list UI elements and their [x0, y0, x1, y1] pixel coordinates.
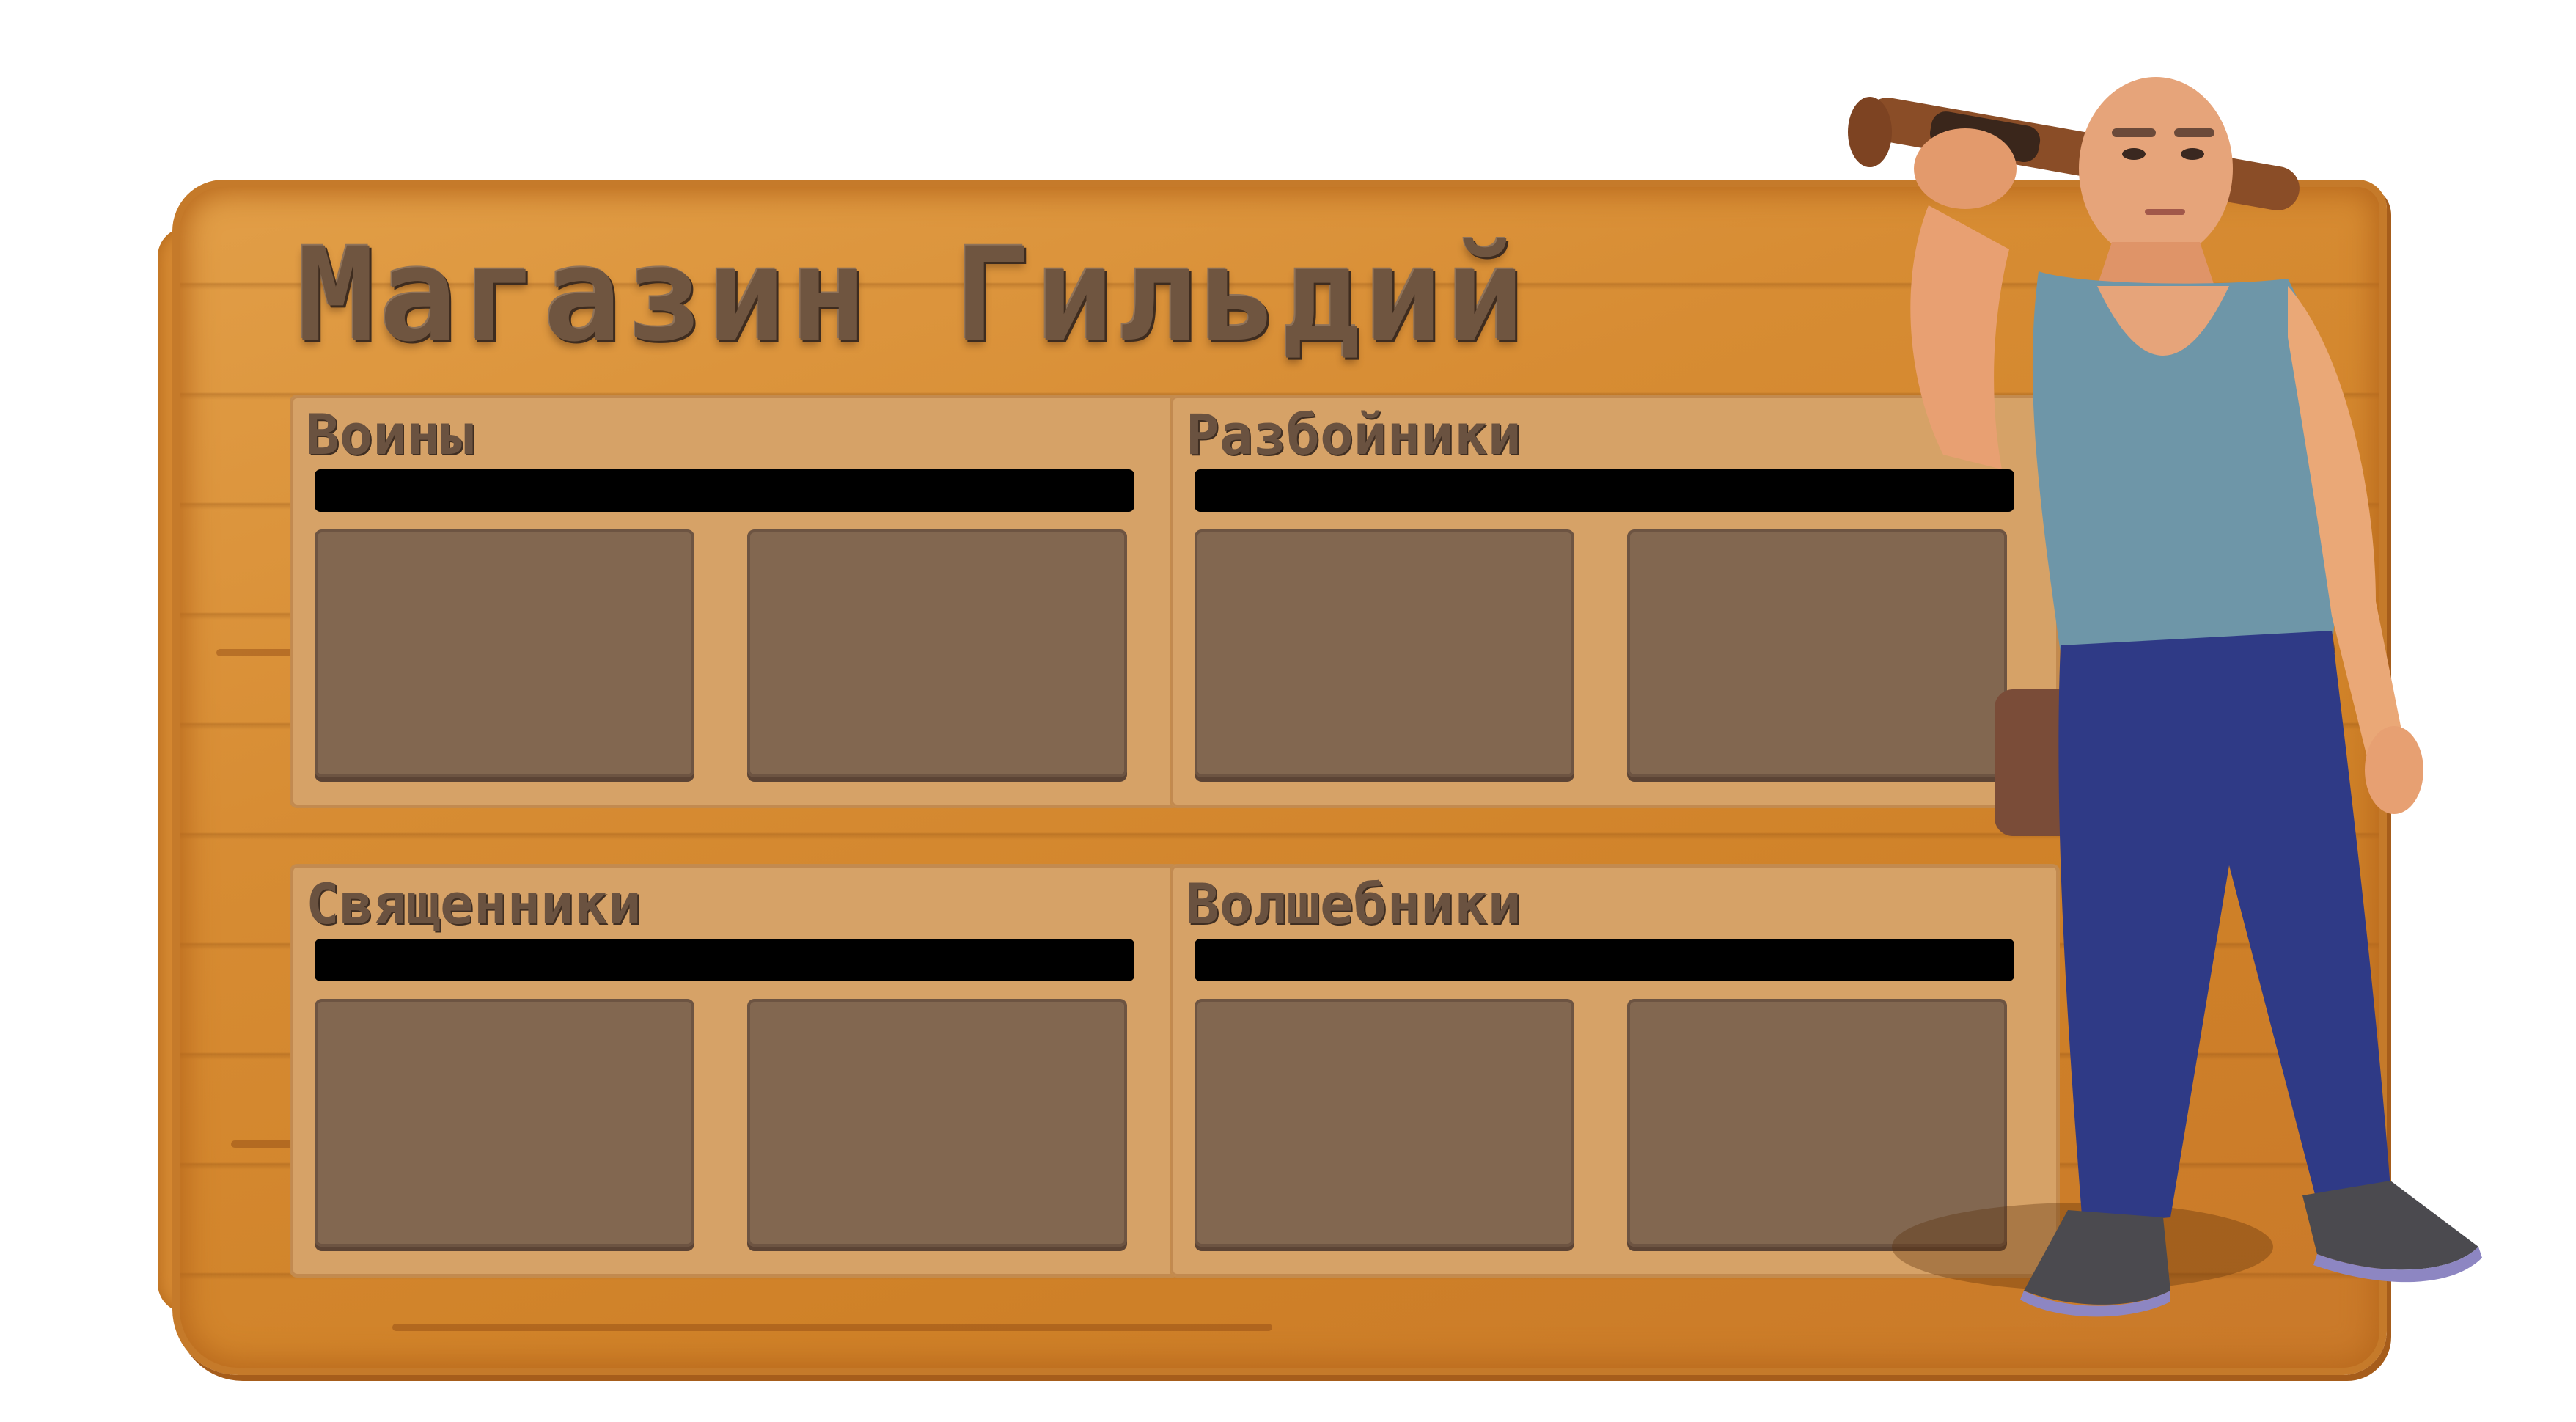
guild-progress-bar — [315, 939, 1134, 981]
guild-item-slot[interactable] — [747, 999, 1127, 1247]
trousers — [2058, 631, 2390, 1225]
guild-merchant-character-icon — [1848, 77, 2482, 1317]
guild-item-slot[interactable] — [747, 529, 1127, 777]
head — [2079, 77, 2233, 260]
guild-progress-bar — [315, 469, 1134, 512]
guild-title: Священники — [306, 871, 642, 937]
guild-title: Волшебники — [1186, 871, 1522, 937]
mouth — [2145, 209, 2185, 215]
neck — [2097, 242, 2214, 286]
club-end — [1848, 97, 1892, 167]
guild-title: Воины — [306, 402, 474, 467]
guild-panel-warriors: Воины — [291, 396, 1178, 807]
right-shoe — [2302, 1181, 2478, 1270]
guild-item-slot[interactable] — [1195, 529, 1574, 777]
hand — [1914, 128, 2017, 209]
left-brow — [2112, 128, 2156, 137]
guild-title: Разбойники — [1186, 402, 1522, 467]
wood-grain — [392, 1324, 1272, 1331]
raised-arm — [1910, 205, 2009, 469]
right-eye — [2181, 148, 2204, 160]
shop-title: Магазин Гильдий — [297, 220, 1529, 370]
guild-item-slot[interactable] — [315, 529, 694, 777]
right-hand — [2365, 726, 2423, 814]
guild-panel-priests: Священники — [291, 865, 1178, 1276]
guild-item-slot[interactable] — [1195, 999, 1574, 1247]
guild-item-slot[interactable] — [315, 999, 694, 1247]
right-brow — [2174, 128, 2214, 137]
left-eye — [2122, 148, 2146, 160]
